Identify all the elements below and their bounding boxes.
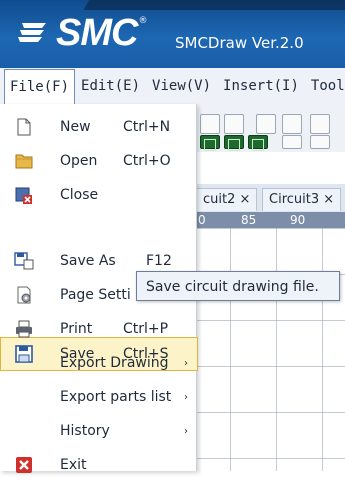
ruler-label: 90 bbox=[290, 213, 306, 227]
tab-close-icon[interactable]: × bbox=[240, 192, 251, 207]
menu-item-export-drawing[interactable]: Export Drawing › bbox=[0, 344, 196, 382]
app-header: SMC ® SMCDraw Ver.2.0 bbox=[0, 0, 345, 68]
exit-icon bbox=[16, 457, 32, 473]
align-right-icon[interactable] bbox=[248, 135, 268, 151]
menu-item-label: Save As bbox=[60, 253, 116, 269]
close-document-icon bbox=[15, 187, 32, 204]
menu-item-shortcut: F12 bbox=[146, 253, 172, 269]
menu-item-export-parts-list[interactable]: Export parts list › bbox=[0, 378, 196, 416]
menu-item-label: Close bbox=[60, 187, 99, 203]
menu-item-label: Export parts list bbox=[60, 389, 172, 405]
menu-item-shortcut: Ctrl+O bbox=[123, 153, 171, 169]
align-center-icon[interactable] bbox=[224, 135, 244, 151]
new-document-icon bbox=[17, 118, 31, 136]
menu-insert[interactable]: Insert(I) bbox=[217, 69, 305, 103]
app-title: SMCDraw Ver.2.0 bbox=[175, 34, 304, 52]
menu-item-label: New bbox=[60, 119, 91, 135]
redo-icon[interactable] bbox=[282, 114, 302, 134]
menu-item-label: Print bbox=[60, 321, 93, 337]
menu-item-new[interactable]: New Ctrl+N bbox=[0, 108, 196, 146]
menu-tools[interactable]: Tools bbox=[305, 69, 345, 103]
undo-icon[interactable] bbox=[256, 114, 276, 134]
menu-item-print[interactable]: Print Ctrl+P bbox=[0, 310, 196, 348]
folder-icon bbox=[15, 154, 33, 169]
logo-text: SMC bbox=[56, 12, 138, 54]
submenu-arrow-icon: › bbox=[184, 425, 188, 437]
copy-icon[interactable] bbox=[200, 114, 220, 134]
menu-edit[interactable]: Edit(E) bbox=[75, 69, 146, 103]
menu-item-exit[interactable]: Exit bbox=[0, 446, 196, 484]
submenu-arrow-icon: › bbox=[184, 357, 188, 369]
save-tooltip: Save circuit drawing file. bbox=[136, 271, 340, 301]
menu-item-label: History bbox=[60, 423, 110, 439]
tab-label: Circuit3 bbox=[269, 192, 320, 207]
printer-icon bbox=[16, 320, 32, 338]
connect-icon[interactable] bbox=[310, 135, 330, 149]
menu-item-label: Export Drawing bbox=[60, 355, 169, 371]
tab-label: cuit2 bbox=[203, 192, 236, 207]
menu-item-history[interactable]: History › bbox=[0, 412, 196, 450]
menu-item-label: Page Setti bbox=[60, 287, 131, 303]
page-settings-icon bbox=[17, 286, 31, 304]
menu-item-close[interactable]: Close bbox=[0, 176, 196, 214]
menu-file[interactable]: File(F) bbox=[4, 68, 76, 104]
paste-icon[interactable] bbox=[224, 114, 244, 134]
tab-circuit2[interactable]: cuit2 × bbox=[196, 188, 258, 211]
tab-close-icon[interactable]: × bbox=[323, 192, 334, 207]
ruler-label: 85 bbox=[241, 213, 257, 227]
submenu-arrow-icon: › bbox=[184, 391, 188, 403]
tool-icon[interactable] bbox=[310, 114, 330, 134]
smc-logo: SMC ® bbox=[16, 14, 147, 52]
menu-bar: File(F) Edit(E) View(V) Insert(I) Tools bbox=[0, 68, 345, 105]
distribute-icon[interactable] bbox=[282, 135, 302, 149]
save-as-icon bbox=[14, 252, 34, 270]
menu-item-shortcut: Ctrl+P bbox=[123, 321, 169, 337]
smc-logo-mark-icon bbox=[18, 23, 46, 42]
tab-circuit3[interactable]: Circuit3 × bbox=[262, 188, 342, 211]
menu-item-open[interactable]: Open Ctrl+O bbox=[0, 142, 196, 180]
menu-item-label: Open bbox=[60, 153, 98, 169]
menu-item-shortcut: Ctrl+N bbox=[123, 119, 171, 135]
align-left-icon[interactable] bbox=[200, 135, 220, 151]
ruler-label: 0 bbox=[198, 213, 206, 227]
registered-mark: ® bbox=[138, 16, 148, 26]
menu-view[interactable]: View(V) bbox=[146, 69, 217, 103]
